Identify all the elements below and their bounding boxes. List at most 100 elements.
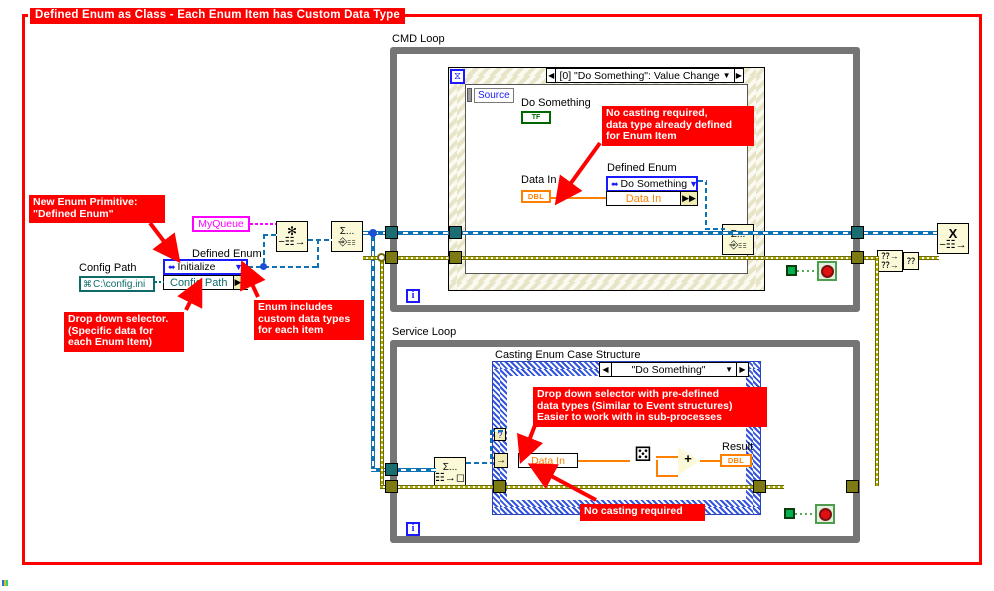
- case-selector[interactable]: ◀ "Do Something" ▼ ▶: [599, 362, 749, 377]
- defined-enum-data-label-left: Config Path: [170, 276, 228, 289]
- random-number-icon: ⚄: [630, 444, 656, 466]
- event-source-bar: [467, 88, 472, 102]
- data-in-dbl-terminal[interactable]: DBL: [521, 190, 551, 203]
- event-tunnel-queue-left: [449, 226, 462, 239]
- defined-enum-plug-icon-left: ▶▶: [233, 276, 249, 289]
- event-prev-case-icon[interactable]: ◀: [547, 69, 557, 82]
- defined-enum-selector-left[interactable]: ⬌ Initialize ▼: [163, 259, 248, 275]
- wire-error-branch-v: [380, 256, 384, 489]
- release-queue-icon: X: [948, 225, 958, 241]
- wire-dequeue-to-case-h: [466, 462, 492, 464]
- case-label: "Do Something": [631, 363, 706, 376]
- my-queue-name-control[interactable]: MyQueue: [192, 216, 250, 232]
- do-something-label: Do Something: [521, 97, 591, 109]
- wire-dequeue-to-case-v: [490, 430, 492, 464]
- cmd-loop-tunnel-queue-right: [851, 226, 864, 239]
- callout-no-casting-cmd: No casting required, data type already d…: [602, 106, 754, 146]
- cmd-stop-tunnel: [786, 265, 797, 276]
- data-in-label-event: Data In: [521, 174, 557, 186]
- wire-event-enum-to-enqueue: [705, 228, 725, 230]
- event-case-chevron-down-icon[interactable]: ▼: [723, 71, 734, 80]
- wire-junction-branch: [369, 229, 377, 237]
- dequeue-element-vi[interactable]: Σ... ☷→◻: [434, 457, 466, 488]
- config-path-string-control[interactable]: ⌘ C:\config.ini: [79, 276, 155, 292]
- defined-enum-value-left: Initialize: [177, 261, 216, 273]
- cmd-loop-iteration-terminal: i: [406, 289, 420, 303]
- wire-add-to-result: [700, 460, 722, 462]
- callout-enum-custom-types: Enum includes custom data types for each…: [254, 300, 364, 340]
- defined-enum-data-row-event[interactable]: Data In ▶▶: [606, 191, 698, 206]
- event-next-case-icon[interactable]: ▶: [733, 69, 743, 82]
- service-loop-label: Service Loop: [392, 326, 457, 338]
- cmd-loop-tunnel-error-right: [851, 251, 864, 264]
- defined-enum-label-event: Defined Enum: [607, 162, 677, 174]
- queue-glyph-3: ⎆☷: [729, 238, 747, 251]
- wire-enum-mid-h: [308, 239, 332, 241]
- event-structure-hourglass-icon: ⧖: [450, 69, 465, 84]
- defined-enum-selector-event[interactable]: ⬌ Do Something ▼: [606, 176, 698, 192]
- service-stop-tunnel: [784, 508, 795, 519]
- event-tunnel-error-left: [449, 251, 462, 264]
- corner-artifact: [2, 580, 8, 586]
- service-loop-tunnel-queue-left: [385, 463, 398, 476]
- obtain-queue-vi[interactable]: ✻ −☷→: [276, 221, 308, 252]
- wire-enum-left-to-node: [248, 266, 318, 268]
- enqueue-element-vi-top[interactable]: Σ... ⎆☷: [331, 221, 363, 252]
- config-path-value: C:\config.ini: [93, 278, 146, 290]
- wire-random-to-add: [656, 456, 678, 458]
- result-dbl-indicator[interactable]: DBL: [720, 454, 752, 467]
- service-loop-iteration-terminal: i: [406, 522, 420, 536]
- cmd-stop-button[interactable]: [817, 261, 837, 281]
- defined-enum-chevron-down-icon-left[interactable]: ▼: [232, 262, 246, 272]
- event-case-selector[interactable]: ◀ [0] "Do Something": Value Change ▼ ▶: [546, 68, 744, 83]
- compound-arithmetic-or-out: ⁇: [903, 252, 919, 270]
- config-path-label: Config Path: [79, 262, 137, 274]
- or-row-2: ⁇→: [881, 260, 899, 270]
- wire-error-right-v: [875, 258, 879, 486]
- cmd-loop-tunnel-queue-left: [385, 226, 398, 239]
- labview-block-diagram: Defined Enum as Class - Each Enum Item h…: [0, 0, 994, 591]
- wire-cmd-stop: [797, 270, 817, 272]
- service-stop-button[interactable]: [815, 504, 835, 524]
- callout-no-casting-service: No casting required: [580, 504, 705, 521]
- wire-enum-top: [263, 234, 277, 236]
- do-something-boolean-terminal[interactable]: TF: [521, 111, 551, 124]
- case-chevron-down-icon[interactable]: ▼: [725, 365, 736, 374]
- case-data-in-terminal[interactable]: Data In: [518, 453, 578, 468]
- service-loop-tunnel-error-right: [846, 480, 859, 493]
- case-tunnel-error-right: [753, 480, 766, 493]
- path-icon: ⌘: [83, 278, 92, 289]
- wire-queue-ref-branch-dash: [372, 231, 374, 472]
- service-loop-tunnel-error-left: [385, 480, 398, 493]
- cmd-loop-tunnel-error-left: [385, 251, 398, 264]
- queue-glyph-2: ⎆☷: [338, 235, 356, 248]
- add-operator-glyph: +: [684, 451, 692, 466]
- stop-icon-cmd: [820, 264, 834, 278]
- enqueue-icon-top: Σ...: [339, 225, 355, 237]
- queue-glyph-5: −☷→: [939, 238, 967, 251]
- enqueue-element-vi-cmd[interactable]: Σ... ⎆☷: [722, 224, 754, 255]
- stop-icon-service: [818, 507, 832, 521]
- enum-updown-icon-left: ⬌: [168, 261, 176, 272]
- defined-enum-data-label-event: Data In: [625, 192, 662, 205]
- queue-glyph-1: −☷→: [278, 236, 306, 248]
- callout-new-enum-primitive: New Enum Primitive: "Defined Enum": [29, 195, 165, 223]
- cmd-loop-label: CMD Loop: [392, 33, 445, 45]
- case-tunnel-error-left: [493, 480, 506, 493]
- event-case-label: [0] "Do Something": Value Change: [559, 69, 720, 82]
- wire-config-path-to-enum: [155, 281, 164, 283]
- defined-enum-data-row-left[interactable]: Config Path ▶▶: [163, 275, 249, 290]
- wire-data-in-to-enum: [551, 197, 606, 199]
- release-queue-vi[interactable]: X −☷→: [937, 223, 969, 254]
- wire-enum-mid-v: [317, 239, 319, 268]
- compound-arithmetic-or-vi[interactable]: ⁇→ ⁇→: [877, 250, 903, 272]
- wire-event-enum-out-v: [705, 180, 707, 228]
- callout-drop-down-selector: Drop down selector. (Specific data for e…: [64, 312, 184, 352]
- wire-error-to-release: [919, 256, 939, 260]
- defined-enum-plug-icon: ▶▶: [680, 192, 697, 205]
- wire-error-main: [363, 256, 879, 260]
- case-next-icon[interactable]: ▶: [736, 363, 748, 376]
- result-label: Result: [722, 441, 754, 453]
- case-prev-icon[interactable]: ◀: [600, 363, 612, 376]
- diagram-title: Defined Enum as Class - Each Enum Item h…: [30, 8, 405, 24]
